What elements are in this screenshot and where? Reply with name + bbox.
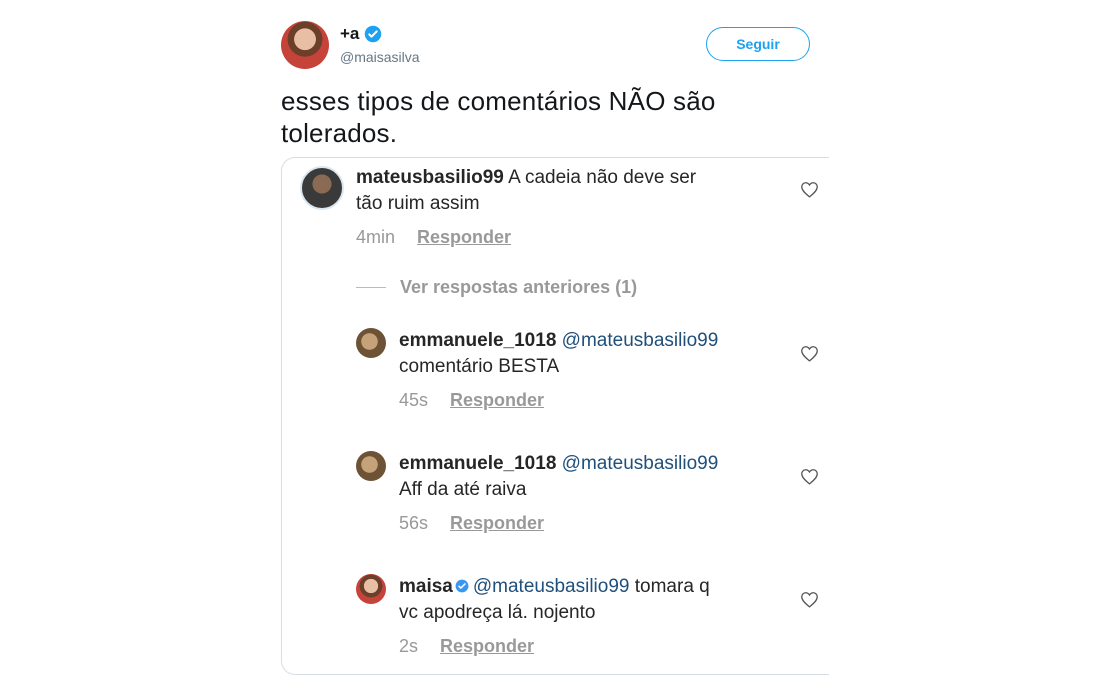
reply-mention[interactable]: @mateusbasilio99 <box>562 330 719 351</box>
reply-link[interactable]: Responder <box>450 513 544 534</box>
reply-meta: 2s Responder <box>399 636 534 657</box>
reply-mention[interactable]: @mateusbasilio99 <box>473 576 630 597</box>
author-avatar[interactable] <box>281 21 329 69</box>
view-previous-replies[interactable]: Ver respostas anteriores (1) <box>356 277 637 298</box>
tweet-media-screenshot[interactable]: mateusbasilio99 A cadeia não deve ser tã… <box>281 157 829 675</box>
reply-username[interactable]: maisa <box>399 576 453 597</box>
author-display-name[interactable]: +a <box>340 24 359 44</box>
reply-link[interactable]: Responder <box>440 636 534 657</box>
reply-username[interactable]: emmanuele_1018 <box>399 330 556 351</box>
comment-meta: 4min Responder <box>356 227 511 248</box>
reply-meta: 45s Responder <box>399 390 544 411</box>
like-heart-icon[interactable] <box>800 345 819 362</box>
reply-avatar <box>356 328 386 358</box>
comment-text-1: A cadeia não deve ser <box>508 167 697 188</box>
comment-text-2: tão ruim assim <box>356 193 480 214</box>
comment-username[interactable]: mateusbasilio99 <box>356 167 504 188</box>
reply-link[interactable]: Responder <box>450 390 544 411</box>
reply-text-1: tomara q <box>634 576 710 597</box>
author-handle[interactable]: @maisasilva <box>340 49 420 65</box>
reply-text: Aff da até raiva <box>399 479 527 500</box>
reply-text-2: vc apodreça lá. nojento <box>399 602 596 623</box>
like-heart-icon[interactable] <box>800 591 819 608</box>
reply-text: comentário BESTA <box>399 356 560 377</box>
divider-line <box>356 287 386 288</box>
like-heart-icon[interactable] <box>800 181 819 198</box>
reply-body: maisa @mateusbasilio99 tomara q vc apodre… <box>399 574 799 626</box>
reply-time: 2s <box>399 636 419 656</box>
reply-meta: 56s Responder <box>399 513 544 534</box>
reply-time: 56s <box>399 513 429 533</box>
reply-time: 45s <box>399 390 429 410</box>
comment-body: mateusbasilio99 A cadeia não deve ser tã… <box>356 165 776 217</box>
verified-icon <box>455 579 469 593</box>
follow-button[interactable]: Seguir <box>706 27 810 61</box>
reply-mention[interactable]: @mateusbasilio99 <box>562 453 719 474</box>
comment-avatar <box>300 166 344 210</box>
reply-body: emmanuele_1018 @mateusbasilio99 Aff da a… <box>399 451 799 503</box>
view-previous-label[interactable]: Ver respostas anteriores (1) <box>400 277 637 298</box>
like-heart-icon[interactable] <box>800 468 819 485</box>
reply-avatar <box>356 574 386 604</box>
reply-link[interactable]: Responder <box>417 227 511 248</box>
author-name-row[interactable]: +a <box>340 24 382 44</box>
reply-avatar <box>356 451 386 481</box>
verified-icon <box>365 25 382 43</box>
reply-body: emmanuele_1018 @mateusbasilio99 comentár… <box>399 328 799 380</box>
tweet-text: esses tipos de comentários NÃO são toler… <box>281 86 716 148</box>
reply-username[interactable]: emmanuele_1018 <box>399 453 556 474</box>
comment-time: 4min <box>356 227 396 247</box>
